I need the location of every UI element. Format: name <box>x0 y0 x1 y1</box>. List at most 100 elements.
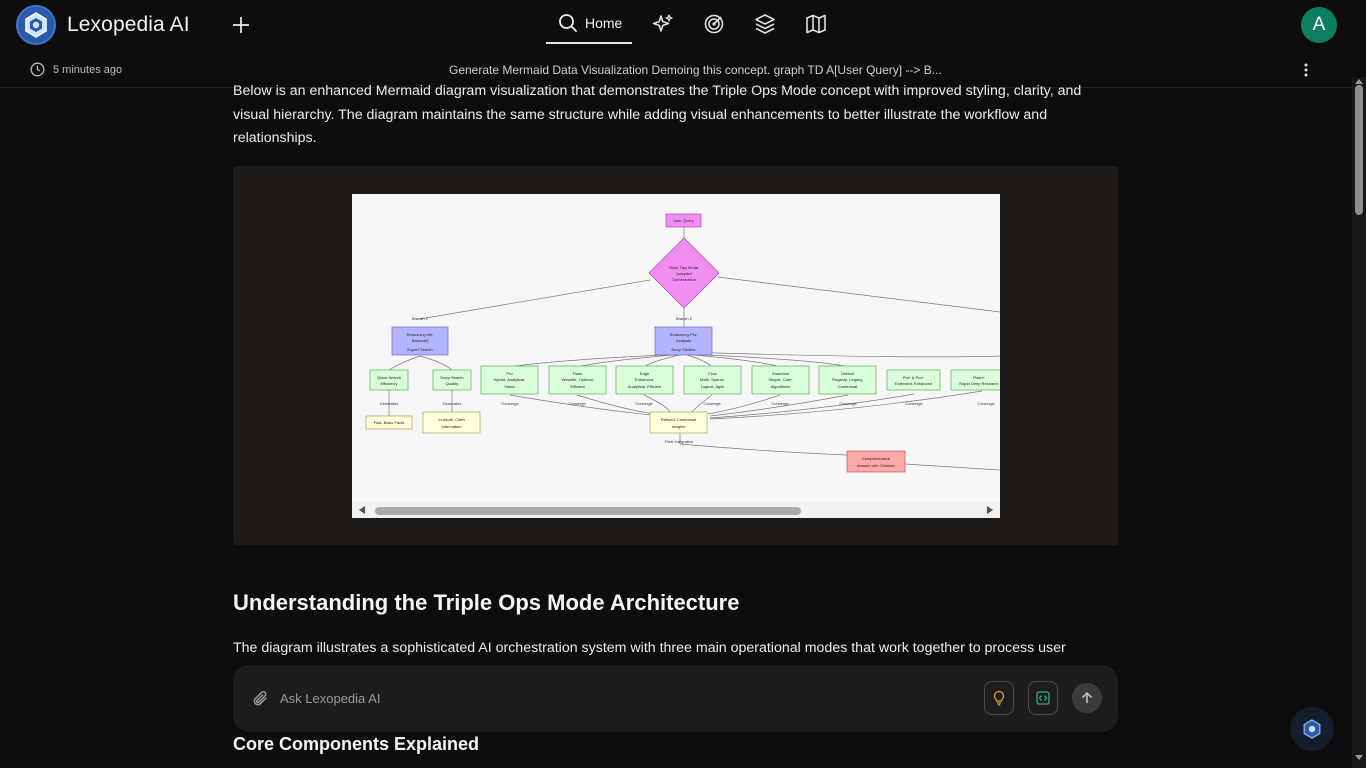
node-essential[interactable]: Essential Simple, Core, Algorithmic <box>751 365 810 395</box>
page-vertical-scrollbar[interactable] <box>1352 77 1366 768</box>
nav-discover-tab[interactable] <box>643 4 683 44</box>
assistant-fab[interactable] <box>1290 707 1334 751</box>
edge-label-converge-1: Converge <box>501 401 519 406</box>
nav-focus-tab[interactable] <box>694 4 734 44</box>
edge-label-final: Final Integration <box>665 439 694 444</box>
svg-text:Quick Search: Quick Search <box>377 375 401 380</box>
svg-text:Fast, Basic Facts: Fast, Basic Facts <box>374 420 405 425</box>
mermaid-diagram[interactable]: Branch 1 Branch 2 Generates Generates Co… <box>352 194 1000 503</box>
svg-text:Hybrid, Analytical,: Hybrid, Analytical, <box>494 377 526 382</box>
scroll-right-icon[interactable] <box>987 506 993 514</box>
node-default[interactable]: Default Flagship, Legacy, Contextual <box>818 365 877 395</box>
svg-text:Default: Default <box>841 371 855 376</box>
svg-text:Algorithmic: Algorithmic <box>771 384 791 389</box>
page-scrollbar-thumb[interactable] <box>1355 85 1363 215</box>
node-refined[interactable]: Refined, Contextual Insights <box>649 411 708 434</box>
node-in-depth[interactable]: In-depth, Cited Information <box>422 411 481 434</box>
svg-text:Analysis: Analysis <box>676 338 691 343</box>
node-orchestrator[interactable]: Triple Ops Mode: Autopilot Orchestration <box>648 237 720 309</box>
svg-text:Orchestration: Orchestration <box>672 277 696 282</box>
scroll-down-icon[interactable] <box>1355 755 1363 760</box>
node-flash-plus[interactable]: Flash+ Rapid Deep Research <box>950 369 1000 391</box>
svg-text:Extended, Enhanced: Extended, Enhanced <box>895 381 932 386</box>
nav-home-tab[interactable]: Home <box>546 4 633 44</box>
svg-text:Logical, Agile: Logical, Agile <box>701 384 725 389</box>
edge-label-converge-8: Converge <box>977 401 995 406</box>
sparkle-icon <box>653 14 674 32</box>
node-reasoning-pro[interactable]: Reasoning-Pro: Analysis Deep Studies <box>654 326 713 356</box>
svg-text:Analytical, Efficient: Analytical, Efficient <box>628 384 662 389</box>
send-button[interactable] <box>1072 683 1102 713</box>
svg-text:Edge: Edge <box>640 371 650 376</box>
node-flow[interactable]: Flow Math, Sparse, Logical, Agile <box>683 365 742 395</box>
section-paragraph: The diagram illustrates a sophisticated … <box>233 640 1066 656</box>
node-final-answer[interactable]: Comprehensive Answer with Citations <box>846 450 906 473</box>
svg-text:Vision: Vision <box>504 384 515 389</box>
node-deep-search[interactable]: Deep Search Quality <box>432 369 472 391</box>
svg-text:Expert Search: Expert Search <box>407 347 432 352</box>
svg-text:Simple, Core,: Simple, Core, <box>768 377 792 382</box>
thread-time-label: 5 minutes ago <box>53 63 123 76</box>
main-nav: Home <box>546 4 836 44</box>
new-thread-button[interactable] <box>229 13 253 37</box>
answer-content: Below is an enhanced Mermaid diagram vis… <box>233 80 1118 754</box>
svg-text:Deep Search: Deep Search <box>440 375 463 380</box>
node-flash[interactable]: Flash Versatile, Optimal, Efficient <box>548 365 607 395</box>
edge-label-converge-2: Converge <box>568 401 586 406</box>
scroll-left-icon[interactable] <box>359 506 365 514</box>
nav-home-label: Home <box>585 15 623 31</box>
intro-paragraph: Below is an enhanced Mermaid diagram vis… <box>233 83 1082 146</box>
more-vertical-icon <box>1304 63 1308 77</box>
node-reasoning-lite[interactable]: Reasoning-lite: Balanced Expert Search <box>391 326 449 356</box>
svg-text:Triple Ops Mode:: Triple Ops Mode: <box>669 265 700 270</box>
edge-label-converge-4: Converge <box>703 401 721 406</box>
lightbulb-icon <box>993 690 1005 706</box>
more-options-button[interactable] <box>1298 62 1314 78</box>
svg-text:User Query: User Query <box>673 218 693 223</box>
svg-text:Pro: Pro <box>506 371 513 376</box>
thread-time: 5 minutes ago <box>30 62 122 77</box>
svg-text:Essential: Essential <box>772 371 788 376</box>
flowchart: Branch 1 Branch 2 Generates Generates Co… <box>365 213 1000 473</box>
svg-text:Deep Studies: Deep Studies <box>671 347 695 352</box>
svg-text:Reasoning-lite:: Reasoning-lite: <box>407 332 434 337</box>
diagram-horizontal-scrollbar[interactable] <box>352 503 1000 518</box>
svg-text:Flash: Flash <box>573 371 583 376</box>
thread-title: Generate Mermaid Data Visualization Demo… <box>449 63 942 77</box>
svg-text:Efficiency: Efficiency <box>380 381 397 386</box>
node-user-query[interactable]: User Query <box>665 213 702 228</box>
svg-text:Math, Sparse,: Math, Sparse, <box>700 377 725 382</box>
edge-label-converge-6: Converge <box>839 401 857 406</box>
edge-label-generates-2: Generates <box>443 401 462 406</box>
edge-label-converge-3: Converge <box>635 401 653 406</box>
node-edge[interactable]: Edge Enhanced, Analytical, Efficient <box>615 365 674 395</box>
node-pro-plus[interactable]: Pro* & Pro+ Extended, Enhanced <box>886 369 941 391</box>
nav-library-tab[interactable] <box>745 4 785 44</box>
svg-text:Balanced: Balanced <box>412 338 429 343</box>
arrow-up-icon <box>1081 691 1093 703</box>
ask-input[interactable] <box>280 687 880 709</box>
brand[interactable]: Lexopedia AI <box>16 5 190 45</box>
node-quick-search[interactable]: Quick Search Efficiency <box>369 369 409 391</box>
svg-text:Efficient: Efficient <box>570 384 585 389</box>
edge-label-branch2: Branch 2 <box>676 316 693 321</box>
scroll-up-icon[interactable] <box>1355 79 1363 84</box>
code-icon <box>1036 691 1050 705</box>
top-bar: Lexopedia AI Home A <box>0 0 1366 50</box>
avatar[interactable]: A <box>1301 7 1337 43</box>
paperclip-icon <box>253 691 267 706</box>
search-icon <box>559 14 577 32</box>
code-mode-button[interactable] <box>1028 681 1058 715</box>
target-icon <box>705 14 724 34</box>
attach-button[interactable] <box>251 689 271 709</box>
svg-text:Comprehensive: Comprehensive <box>862 456 891 461</box>
scrollbar-thumb[interactable] <box>375 507 801 515</box>
clock-icon <box>30 62 45 77</box>
svg-text:In-depth, Cited: In-depth, Cited <box>438 417 464 422</box>
node-fast-facts[interactable]: Fast, Basic Facts <box>365 415 413 430</box>
assistant-logo-icon <box>1303 719 1321 739</box>
node-pro[interactable]: Pro Hybrid, Analytical, Vision <box>480 365 539 395</box>
nav-map-tab[interactable] <box>796 4 836 44</box>
ideas-button[interactable] <box>984 681 1014 715</box>
svg-text:Rapid Deep Research: Rapid Deep Research <box>959 381 998 386</box>
